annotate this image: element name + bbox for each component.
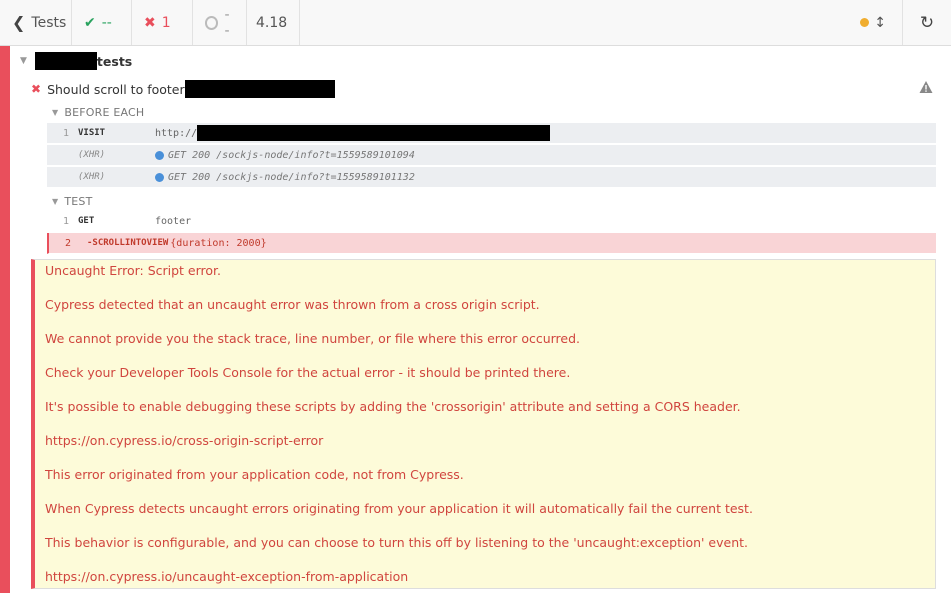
before-each-label: BEFORE EACH <box>64 106 145 119</box>
before-each-header[interactable]: ▼ BEFORE EACH <box>52 106 144 119</box>
redacted-block <box>197 125 551 141</box>
redacted-block <box>34 52 97 70</box>
command-row[interactable]: (XHR) GET 200 /sockjs-node/info?t=155958… <box>47 167 936 188</box>
test-title: Should scroll to footer <box>47 81 185 97</box>
pending-count: -- <box>193 0 247 45</box>
caret-down-icon: ▼ <box>20 56 27 66</box>
error-line: Cypress detected that an uncaught error … <box>45 297 540 312</box>
command-name: VISIT <box>78 128 106 138</box>
error-line: It's possible to enable debugging these … <box>45 399 741 414</box>
test-body-label: TEST <box>64 195 93 208</box>
check-icon: ✔ <box>84 14 96 31</box>
error-line: This behavior is configurable, and you c… <box>45 535 749 550</box>
command-number: 1 <box>62 127 69 139</box>
caret-down-icon: ▼ <box>52 108 59 117</box>
command-number: 2 <box>64 237 71 249</box>
command-row[interactable]: (XHR) GET 200 /sockjs-node/info?t=155958… <box>47 145 936 166</box>
orange-dot-icon <box>860 18 870 27</box>
caret-down-icon: ▼ <box>52 197 59 206</box>
error-link[interactable]: https://on.cypress.io/cross-origin-scrip… <box>45 434 935 468</box>
command-message-text: GET 200 /sockjs-node/info?t=155958910109… <box>168 149 415 161</box>
command-name: GET <box>78 216 95 226</box>
duration: 4.18 <box>247 0 300 45</box>
auto-scroll-toggle[interactable]: ↕ <box>860 0 903 45</box>
duration-value: 4.18 <box>256 14 288 31</box>
suite-title: tests <box>96 53 133 69</box>
tests-back-label: Tests <box>31 14 67 31</box>
command-row[interactable]: 1 VISIT http:// <box>47 123 936 144</box>
passed-count: ✔ -- <box>72 0 132 45</box>
xhr-status-dot-icon <box>155 172 164 182</box>
command-message: http:// <box>155 125 551 141</box>
command-message: GET 200 /sockjs-node/info?t=155958910109… <box>155 150 415 161</box>
failed-state-bar <box>0 46 10 593</box>
command-message-text: http:// <box>155 127 198 139</box>
up-down-arrow-icon: ↕ <box>874 14 886 31</box>
command-number: 1 <box>62 215 69 227</box>
chevron-left-icon: ❮ <box>12 13 26 32</box>
reload-icon: ↻ <box>919 12 935 33</box>
error-panel[interactable]: Uncaught Error: Script error. Cypress de… <box>31 259 936 589</box>
error-line: We cannot provide you the stack trace, l… <box>45 331 581 346</box>
failed-count-value: 1 <box>161 14 171 31</box>
failed-count: ✖ 1 <box>132 0 193 45</box>
error-link[interactable]: https://on.cypress.io/uncaught-exception… <box>45 570 935 593</box>
pending-count-value: -- <box>224 6 230 39</box>
command-message: footer <box>155 215 192 227</box>
passed-count-value: -- <box>101 14 112 31</box>
reporter-header: ❮ Tests ✔ -- ✖ 1 -- 4.18 ↕ ↻ <box>0 0 951 46</box>
error-line: Check your Developer Tools Console for t… <box>45 365 571 380</box>
command-name: (XHR) <box>78 150 106 160</box>
warning-triangle-icon[interactable] <box>919 80 933 94</box>
suite-row[interactable]: ▼ tests <box>20 52 132 70</box>
test-body-header[interactable]: ▼ TEST <box>52 195 93 208</box>
command-row-failed[interactable]: 2 -SCROLLINTOVIEW {duration: 2000} <box>47 233 936 254</box>
command-message: {duration: 2000} <box>170 237 267 249</box>
redacted-block <box>184 80 335 98</box>
error-line: Uncaught Error: Script error. <box>45 263 222 278</box>
test-row[interactable]: ✖ Should scroll to footer <box>31 80 335 98</box>
command-row[interactable]: 1 GET footer <box>47 211 936 232</box>
circle-outline-icon <box>205 15 219 30</box>
command-message-text: GET 200 /sockjs-node/info?t=155958910113… <box>168 171 415 183</box>
command-name: (XHR) <box>78 172 106 182</box>
reload-button[interactable]: ↻ <box>903 0 951 45</box>
x-icon: ✖ <box>31 82 42 96</box>
error-line: This error originated from your applicat… <box>45 467 464 482</box>
error-line: When Cypress detects uncaught errors ori… <box>45 501 753 516</box>
tests-back-button[interactable]: ❮ Tests <box>0 0 72 45</box>
command-message: GET 200 /sockjs-node/info?t=155958910113… <box>155 172 415 183</box>
x-icon: ✖ <box>144 14 156 31</box>
xhr-status-dot-icon <box>155 150 164 160</box>
command-name: -SCROLLINTOVIEW <box>87 238 169 248</box>
